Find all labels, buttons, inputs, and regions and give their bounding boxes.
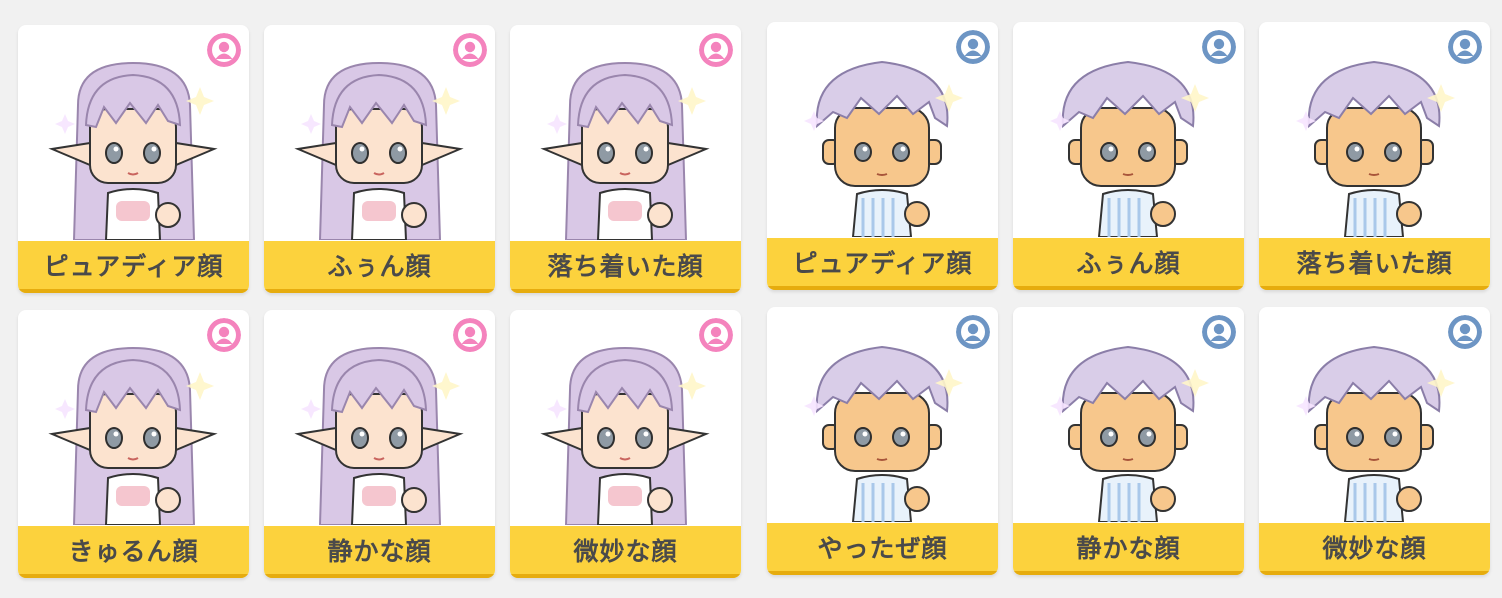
male-user-icon: [1448, 315, 1482, 349]
face-card[interactable]: ピュアディア顔: [767, 22, 998, 290]
female-user-icon: [699, 33, 733, 67]
face-card[interactable]: ふぅん顔: [1013, 22, 1244, 290]
female-user-icon: [453, 318, 487, 352]
male-user-icon: [1202, 315, 1236, 349]
face-card[interactable]: きゅるん顔: [18, 310, 249, 578]
face-name: 落ち着いた顔: [510, 241, 741, 293]
face-name: やったぜ顔: [767, 523, 998, 575]
face-name: ふぅん顔: [1013, 238, 1244, 290]
female-user-icon: [699, 318, 733, 352]
face-card[interactable]: 静かな顔: [1013, 307, 1244, 575]
face-grid: ピュアディア顔 ふぅん顔 落ち着いた顔 ピュアディア顔 ふぅん顔 落ち着いた顔 …: [0, 0, 1502, 598]
face-name: 微妙な顔: [1259, 523, 1490, 575]
face-card[interactable]: 静かな顔: [264, 310, 495, 578]
female-user-icon: [453, 33, 487, 67]
face-card[interactable]: やったぜ顔: [767, 307, 998, 575]
face-card[interactable]: 微妙な顔: [510, 310, 741, 578]
face-name: ふぅん顔: [264, 241, 495, 293]
face-name: 落ち着いた顔: [1259, 238, 1490, 290]
face-card[interactable]: ふぅん顔: [264, 25, 495, 293]
face-name: 静かな顔: [264, 526, 495, 578]
face-card[interactable]: ピュアディア顔: [18, 25, 249, 293]
female-user-icon: [207, 33, 241, 67]
male-user-icon: [1448, 30, 1482, 64]
male-user-icon: [956, 315, 990, 349]
face-name: 微妙な顔: [510, 526, 741, 578]
face-card[interactable]: 落ち着いた顔: [510, 25, 741, 293]
face-name: 静かな顔: [1013, 523, 1244, 575]
face-name: きゅるん顔: [18, 526, 249, 578]
male-user-icon: [1202, 30, 1236, 64]
face-name: ピュアディア顔: [18, 241, 249, 293]
face-card[interactable]: 落ち着いた顔: [1259, 22, 1490, 290]
male-user-icon: [956, 30, 990, 64]
face-card[interactable]: 微妙な顔: [1259, 307, 1490, 575]
female-user-icon: [207, 318, 241, 352]
face-name: ピュアディア顔: [767, 238, 998, 290]
